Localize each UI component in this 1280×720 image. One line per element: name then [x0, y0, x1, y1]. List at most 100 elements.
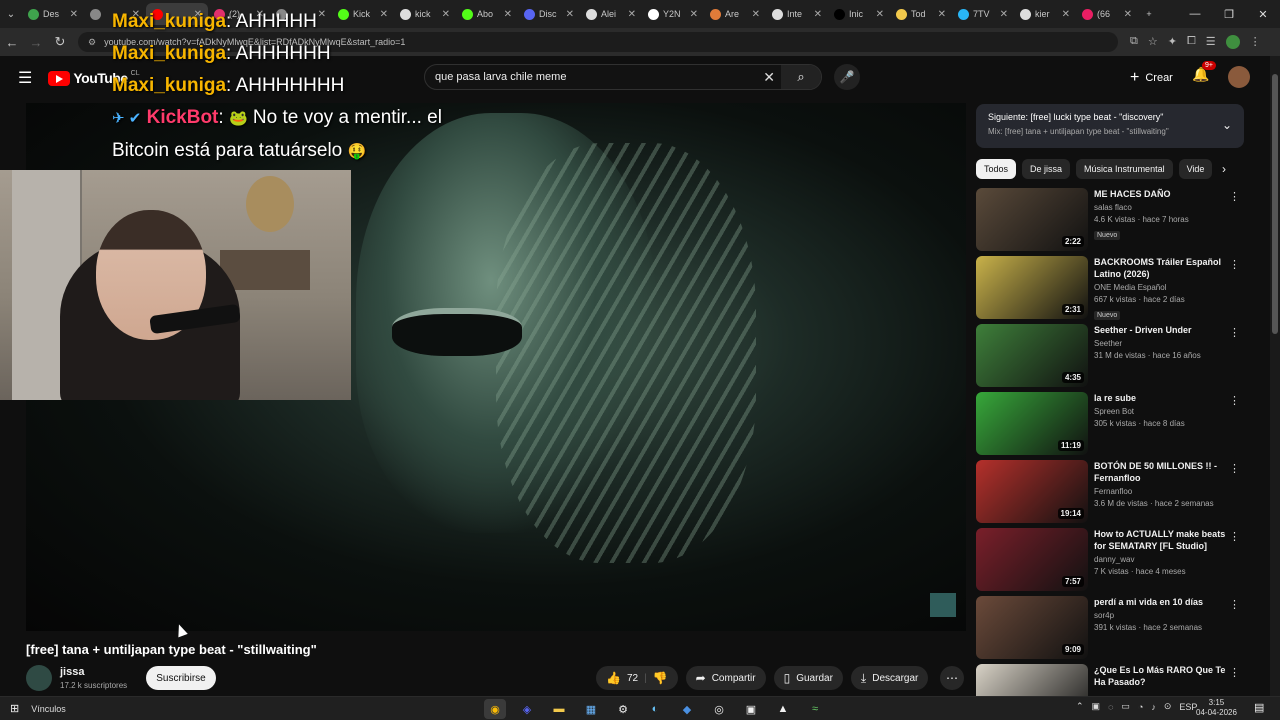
- minimize-icon[interactable]: —: [1178, 0, 1212, 28]
- page-scrollbar[interactable]: [1270, 56, 1280, 696]
- recommendation-title[interactable]: la re sube: [1094, 392, 1226, 404]
- hamburger-menu-icon[interactable]: ☰: [18, 68, 32, 88]
- recommendation-item[interactable]: 2:31 BACKROOMS Tráiler Español Latino (20…: [976, 256, 1244, 324]
- like-button[interactable]: 👍 72 | 👎: [596, 666, 678, 690]
- tab-close-icon[interactable]: ✕: [752, 9, 760, 20]
- video-thumbnail[interactable]: 19:14: [976, 460, 1088, 523]
- file-explorer-icon[interactable]: ▬: [548, 699, 570, 719]
- recommendation-item[interactable]: 2:22 ME HACES DAÑO salas flaco 4.6 K vistas…: [976, 188, 1244, 256]
- video-thumbnail[interactable]: 9:09: [976, 596, 1088, 659]
- voice-search-icon[interactable]: 🎤: [834, 64, 860, 90]
- tab-close-icon[interactable]: ✕: [566, 9, 574, 20]
- scrollbar-thumb[interactable]: [1272, 74, 1278, 334]
- recommendation-item[interactable]: 7:57 How to ACTUALLY make beats for SEMAT…: [976, 528, 1244, 596]
- video-thumbnail[interactable]: 11:19: [976, 392, 1088, 455]
- chevron-up-icon[interactable]: ⌃: [1076, 701, 1084, 712]
- wifi-icon[interactable]: ◔: [1138, 702, 1143, 712]
- more-options-icon[interactable]: ⋮: [1229, 598, 1240, 611]
- tab-close-icon[interactable]: ✕: [814, 9, 822, 20]
- install-icon[interactable]: ⧉: [1130, 35, 1138, 49]
- chip-musica-instrumental[interactable]: Música Instrumental: [1076, 159, 1173, 179]
- volume-icon[interactable]: ♪: [1151, 702, 1156, 712]
- recommendation-title[interactable]: perdí a mi vida en 10 días: [1094, 596, 1226, 608]
- recommendation-channel[interactable]: sor4p: [1094, 611, 1226, 620]
- more-options-icon[interactable]: ⋮: [1229, 530, 1240, 543]
- recommendation-channel[interactable]: Spreen Bot: [1094, 407, 1226, 416]
- notification-center-icon[interactable]: ▤: [1254, 701, 1264, 714]
- more-options-icon[interactable]: ⋮: [1229, 462, 1240, 475]
- share-button[interactable]: ➦ Compartir: [685, 666, 766, 690]
- up-next-panel[interactable]: Siguiente: [free] lucki type beat - "dis…: [976, 104, 1244, 148]
- obs-icon[interactable]: ◎: [708, 699, 730, 719]
- browser-tab[interactable]: Are ✕: [704, 3, 766, 25]
- recommendation-item[interactable]: 9:09 perdí a mi vida en 10 días sor4p 391 k…: [976, 596, 1244, 664]
- back-icon[interactable]: ←: [0, 35, 24, 50]
- user-avatar[interactable]: [1228, 66, 1250, 88]
- more-options-icon[interactable]: ⋮: [1229, 258, 1240, 271]
- chevron-right-icon[interactable]: ›: [1222, 162, 1226, 176]
- profile-avatar[interactable]: [1225, 35, 1240, 49]
- more-options-icon[interactable]: ⋮: [1229, 190, 1240, 203]
- tab-close-icon[interactable]: ✕: [628, 9, 636, 20]
- browser-tab[interactable]: (66 ✕: [1076, 3, 1138, 25]
- app-icon[interactable]: ▲: [772, 699, 794, 719]
- app-icon[interactable]: ▣: [740, 699, 762, 719]
- browser-tab[interactable]: Tod ✕: [890, 3, 952, 25]
- recommendation-title[interactable]: BOTÓN DE 50 MILLONES !! - Fernanfloo: [1094, 460, 1226, 484]
- recommendation-channel[interactable]: ONE Media Español: [1094, 283, 1226, 292]
- recommendation-channel[interactable]: danny_wav: [1094, 555, 1226, 564]
- steam-icon[interactable]: ◐: [644, 699, 666, 719]
- browser-tab[interactable]: Disc ✕: [518, 3, 580, 25]
- settings-gear-icon[interactable]: ⚙: [612, 699, 634, 719]
- notifications-bell-icon[interactable]: 🔔 9+: [1192, 61, 1216, 83]
- more-options-icon[interactable]: ⋮: [1229, 666, 1240, 679]
- bookmark-star-icon[interactable]: ☆: [1148, 35, 1158, 49]
- tray-icon[interactable]: ⊙: [1164, 701, 1172, 712]
- reading-list-icon[interactable]: ☰: [1206, 35, 1216, 49]
- chevron-down-icon[interactable]: ⌄: [1222, 118, 1232, 132]
- more-options-icon[interactable]: ⋮: [1229, 394, 1240, 407]
- video-thumbnail[interactable]: 4:35: [976, 324, 1088, 387]
- recommendation-title[interactable]: ¿Que Es Lo Más RARO Que Te Ha Pasado?: [1094, 664, 1226, 688]
- extension-icon[interactable]: ✦: [1168, 35, 1177, 49]
- close-window-icon[interactable]: ✕: [1246, 0, 1280, 28]
- maximize-icon[interactable]: ❐: [1212, 0, 1246, 28]
- recommendation-title[interactable]: Seether - Driven Under: [1094, 324, 1226, 336]
- tab-close-icon[interactable]: ✕: [1000, 9, 1008, 20]
- keyboard-language[interactable]: ESP: [1179, 702, 1197, 712]
- windows-start-icon[interactable]: ⊞: [10, 702, 19, 715]
- browser-tab[interactable]: Y2N ✕: [642, 3, 704, 25]
- menu-icon[interactable]: ⋮: [1250, 35, 1261, 49]
- clear-search-icon[interactable]: ✕: [763, 69, 775, 86]
- tab-close-icon[interactable]: ✕: [1062, 9, 1070, 20]
- recommendation-channel[interactable]: salas flaco: [1094, 203, 1226, 212]
- taskbar-links-label[interactable]: Vínculos: [31, 704, 66, 714]
- save-button[interactable]: ▯ Guardar: [773, 666, 843, 690]
- browser-tab[interactable]: Inte ✕: [766, 3, 828, 25]
- recommendation-channel[interactable]: Fernanfloo: [1094, 487, 1226, 496]
- app-icon[interactable]: ◆: [676, 699, 698, 719]
- recommendation-item[interactable]: 4:35 Seether - Driven Under Seether 31 M de…: [976, 324, 1244, 392]
- thumbs-down-icon[interactable]: 👎: [653, 671, 668, 685]
- tray-icon[interactable]: ▣: [1092, 701, 1101, 712]
- recommendation-item[interactable]: 19:14 BOTÓN DE 50 MILLONES !! - Fernanflo…: [976, 460, 1244, 528]
- recommendation-item[interactable]: 11:19 la re sube Spreen Bot 305 k vistas · …: [976, 392, 1244, 460]
- new-tab-button[interactable]: +: [1138, 3, 1160, 25]
- video-thumbnail[interactable]: 2:22: [976, 188, 1088, 251]
- tab-close-icon[interactable]: ✕: [876, 9, 884, 20]
- more-options-icon[interactable]: ⋮: [1229, 326, 1240, 339]
- browser-tab[interactable]: kier ✕: [1014, 3, 1076, 25]
- forward-icon[interactable]: →: [24, 35, 48, 50]
- browser-tab[interactable]: Des ✕: [22, 3, 84, 25]
- browser-tab[interactable]: Alei ✕: [580, 3, 642, 25]
- tab-close-icon[interactable]: ✕: [938, 9, 946, 20]
- more-actions-icon[interactable]: ⋯: [940, 666, 964, 690]
- battery-icon[interactable]: ▭: [1121, 701, 1130, 712]
- recommendation-title[interactable]: How to ACTUALLY make beats for SEMATARY …: [1094, 528, 1226, 552]
- chip-videos[interactable]: Vide: [1178, 159, 1213, 179]
- chip-de-jissa[interactable]: De jissa: [1022, 159, 1071, 179]
- store-icon[interactable]: ▦: [580, 699, 602, 719]
- tab-close-icon[interactable]: ✕: [690, 9, 698, 20]
- download-button[interactable]: ⤓ Descargar: [850, 666, 929, 690]
- tab-close-icon[interactable]: ✕: [70, 9, 78, 20]
